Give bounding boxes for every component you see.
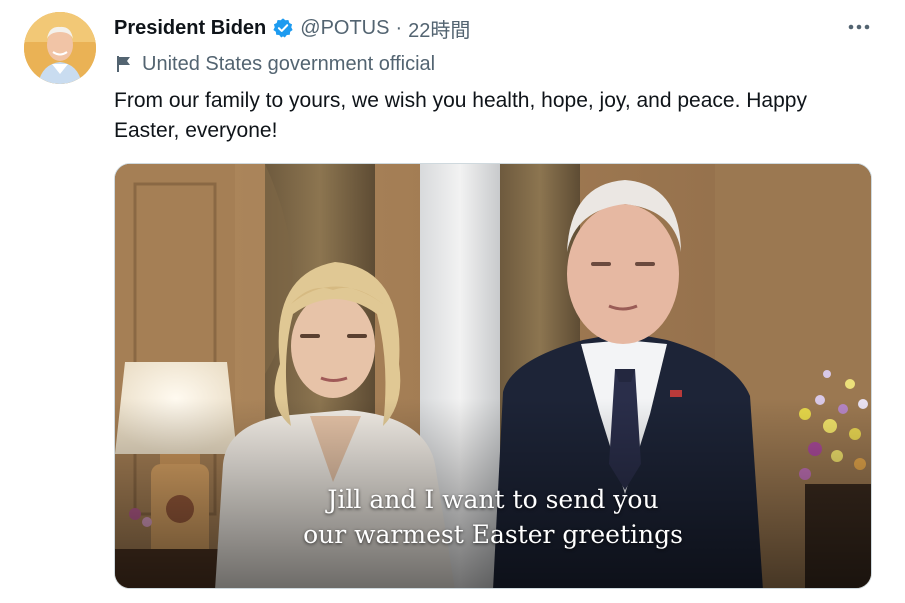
tweet-video[interactable]: Jill and I want to send you our warmest … [114,163,872,589]
flag-icon [114,54,134,74]
header-separator: · [395,16,403,39]
tweet-timestamp[interactable]: 22時間 [408,14,470,43]
author-name[interactable]: President Biden [114,17,266,40]
tweet-header: President Biden @POTUS · 22時間 [114,14,470,42]
video-caption: Jill and I want to send you our warmest … [115,482,871,552]
account-label-text: United States government official [142,52,436,75]
more-options-button[interactable] [845,14,873,40]
author-avatar[interactable] [24,12,96,84]
caption-line-1: Jill and I want to send you [327,485,659,514]
tweet-text: From our family to yours, we wish you he… [114,89,807,142]
author-handle[interactable]: @POTUS [300,17,389,40]
avatar-image [24,12,96,84]
account-label[interactable]: United States government official [114,51,435,77]
more-horizontal-icon [848,24,870,30]
verified-badge-icon [272,17,294,39]
caption-line-2: our warmest Easter greetings [303,520,683,549]
